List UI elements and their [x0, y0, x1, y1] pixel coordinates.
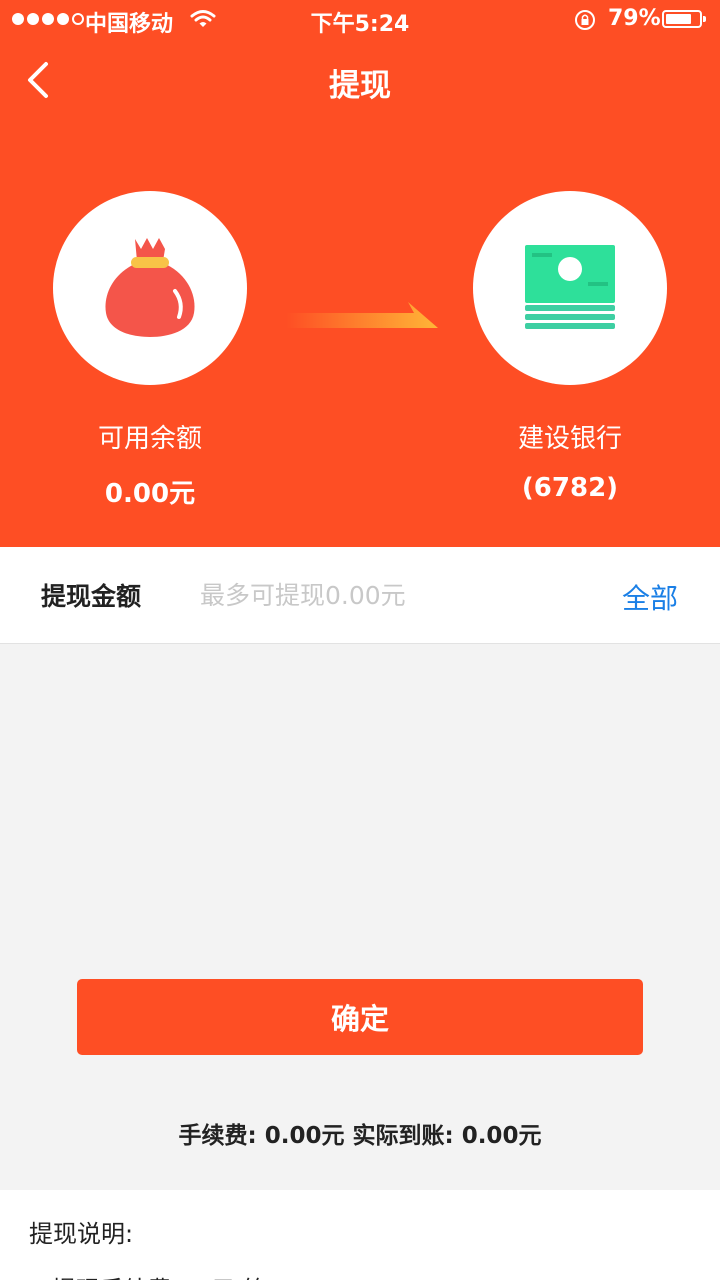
page-title: 提现: [329, 68, 391, 104]
banknotes-icon: [525, 245, 615, 329]
rotation-lock-icon: [573, 8, 597, 38]
notes-title: 提现说明:: [29, 1220, 134, 1248]
header-banner: 中国移动 下午5:24 79% 提现 可用余额 0.00元 建设银行 (6782…: [0, 0, 720, 547]
bank-card-suffix: (6782): [521, 473, 619, 503]
withdraw-amount-input[interactable]: [200, 571, 600, 619]
fee-summary: 手续费: 0.00元 实际到账: 0.00元: [178, 1123, 542, 1149]
withdraw-all-button[interactable]: 全部: [622, 577, 678, 617]
battery-percent: 79%: [608, 6, 661, 31]
bank-circle: [473, 191, 667, 385]
bank-name: 建设银行: [517, 424, 622, 454]
balance-value: 0.00元: [104, 479, 196, 509]
balance-label: 可用余额: [97, 424, 202, 454]
balance-circle: [53, 191, 247, 385]
notes-line: 1.提现手续费：0元/笔: [29, 1270, 267, 1280]
withdraw-amount-row: 提现金额 全部: [0, 547, 720, 644]
confirm-button[interactable]: 确定: [77, 979, 643, 1055]
money-bag-icon: [105, 238, 195, 337]
arrow-right-icon: [286, 300, 442, 336]
withdraw-notes: 提现说明: 1.提现手续费：0元/笔: [0, 1190, 720, 1280]
withdraw-amount-label: 提现金额: [41, 582, 142, 611]
status-bar: 中国移动 下午5:24 79%: [0, 0, 720, 40]
battery-icon: [662, 10, 706, 28]
